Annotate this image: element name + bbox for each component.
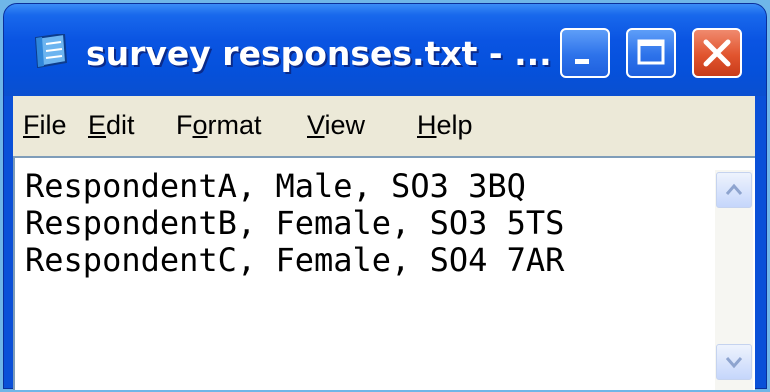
notepad-window: survey responses.txt - ... File Edit For… bbox=[3, 3, 767, 390]
menu-view[interactable]: View bbox=[307, 107, 365, 143]
menu-help-label: elp bbox=[436, 110, 473, 140]
menu-format-prefix: F bbox=[176, 110, 193, 140]
menu-help-mnemonic: H bbox=[417, 110, 437, 140]
document-text[interactable]: RespondentA, Male, SO3 3BQ RespondentB, … bbox=[25, 168, 564, 279]
text-line: RespondentC, Female, SO4 7AR bbox=[25, 241, 565, 279]
menu-view-label: iew bbox=[324, 110, 366, 140]
menu-file-label: ile bbox=[39, 110, 67, 140]
chevron-down-icon bbox=[725, 357, 743, 369]
text-line: RespondentA, Male, SO3 3BQ bbox=[25, 167, 526, 205]
menu-format-label: rmat bbox=[207, 110, 262, 140]
menu-edit-mnemonic: E bbox=[88, 110, 107, 140]
menu-edit-label: dit bbox=[106, 110, 135, 140]
close-icon bbox=[703, 39, 731, 67]
menu-help[interactable]: Help bbox=[417, 107, 473, 143]
notepad-icon bbox=[34, 34, 68, 68]
title-bar[interactable]: survey responses.txt - ... bbox=[4, 4, 766, 96]
menu-file-mnemonic: F bbox=[23, 110, 40, 140]
text-line: RespondentB, Female, SO3 5TS bbox=[25, 204, 565, 242]
menu-format-mnemonic: o bbox=[192, 110, 208, 140]
maximize-icon bbox=[637, 39, 665, 65]
menu-format[interactable]: Format bbox=[176, 107, 262, 143]
menu-view-mnemonic: V bbox=[307, 110, 325, 140]
vertical-scrollbar[interactable] bbox=[715, 170, 753, 390]
menu-file[interactable]: File bbox=[23, 107, 67, 143]
menu-edit[interactable]: Edit bbox=[88, 107, 135, 143]
maximize-button[interactable] bbox=[626, 28, 676, 78]
scroll-down-button[interactable] bbox=[716, 344, 752, 380]
window-title: survey responses.txt - ... bbox=[86, 34, 552, 73]
minimize-button[interactable] bbox=[560, 28, 610, 78]
menu-bar: File Edit Format View Help bbox=[13, 96, 755, 156]
minimize-icon bbox=[575, 59, 589, 64]
close-button[interactable] bbox=[692, 28, 742, 78]
chevron-up-icon bbox=[725, 183, 743, 195]
scroll-up-button[interactable] bbox=[716, 172, 752, 208]
text-editor[interactable]: RespondentA, Male, SO3 3BQ RespondentB, … bbox=[13, 156, 755, 390]
